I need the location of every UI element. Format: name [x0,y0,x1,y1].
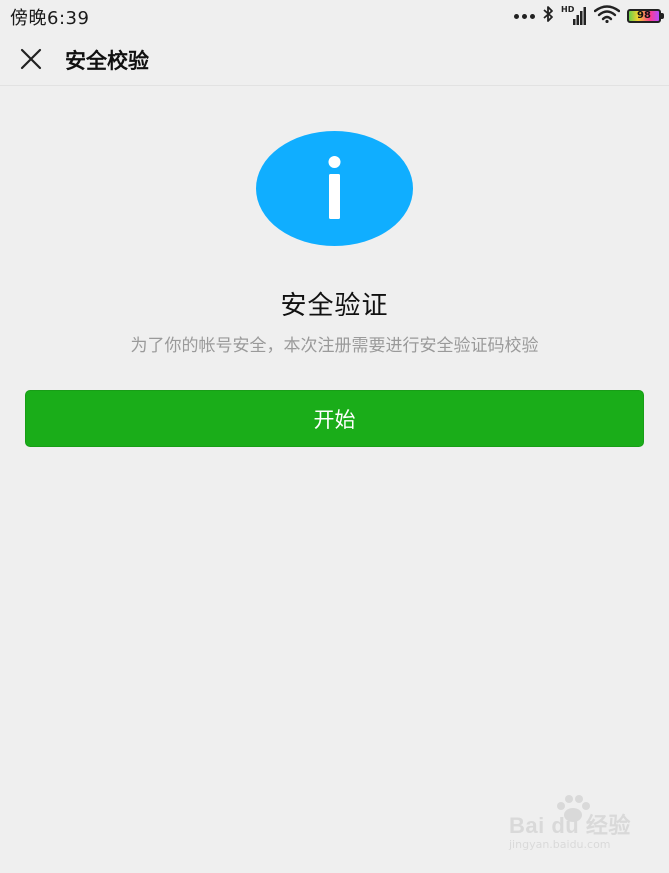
header: 安全校验 [0,32,669,86]
status-icons: HD 98 [514,5,664,27]
status-bar: 傍晚6:39 HD 98 [0,0,669,32]
page-title: 安全校验 [65,49,149,73]
more-dots-icon [514,13,535,19]
verification-title: 安全验证 [280,291,389,321]
battery-icon: 98 [627,9,664,23]
info-icon [256,131,413,246]
battery-level: 98 [637,10,651,21]
screen: 傍晚6:39 HD 98 安全校验 安全验证 为了你的帐号安全，本次注册需要进行… [0,0,669,873]
wifi-icon [593,5,621,27]
watermark-url: jingyan.baidu.com [509,838,611,851]
bluetooth-icon [542,5,554,27]
baidu-watermark: Bai du 经验 jingyan.baidu.com [509,794,639,859]
close-button[interactable] [14,43,48,75]
verification-description: 为了你的帐号安全，本次注册需要进行安全验证码校验 [130,336,539,356]
watermark-logo: Bai du 经验 [509,813,631,838]
cellular-signal-icon: HD [561,5,587,25]
close-icon [20,48,42,70]
status-time: 傍晚6:39 [10,8,90,29]
start-button[interactable]: 开始 [25,390,644,447]
